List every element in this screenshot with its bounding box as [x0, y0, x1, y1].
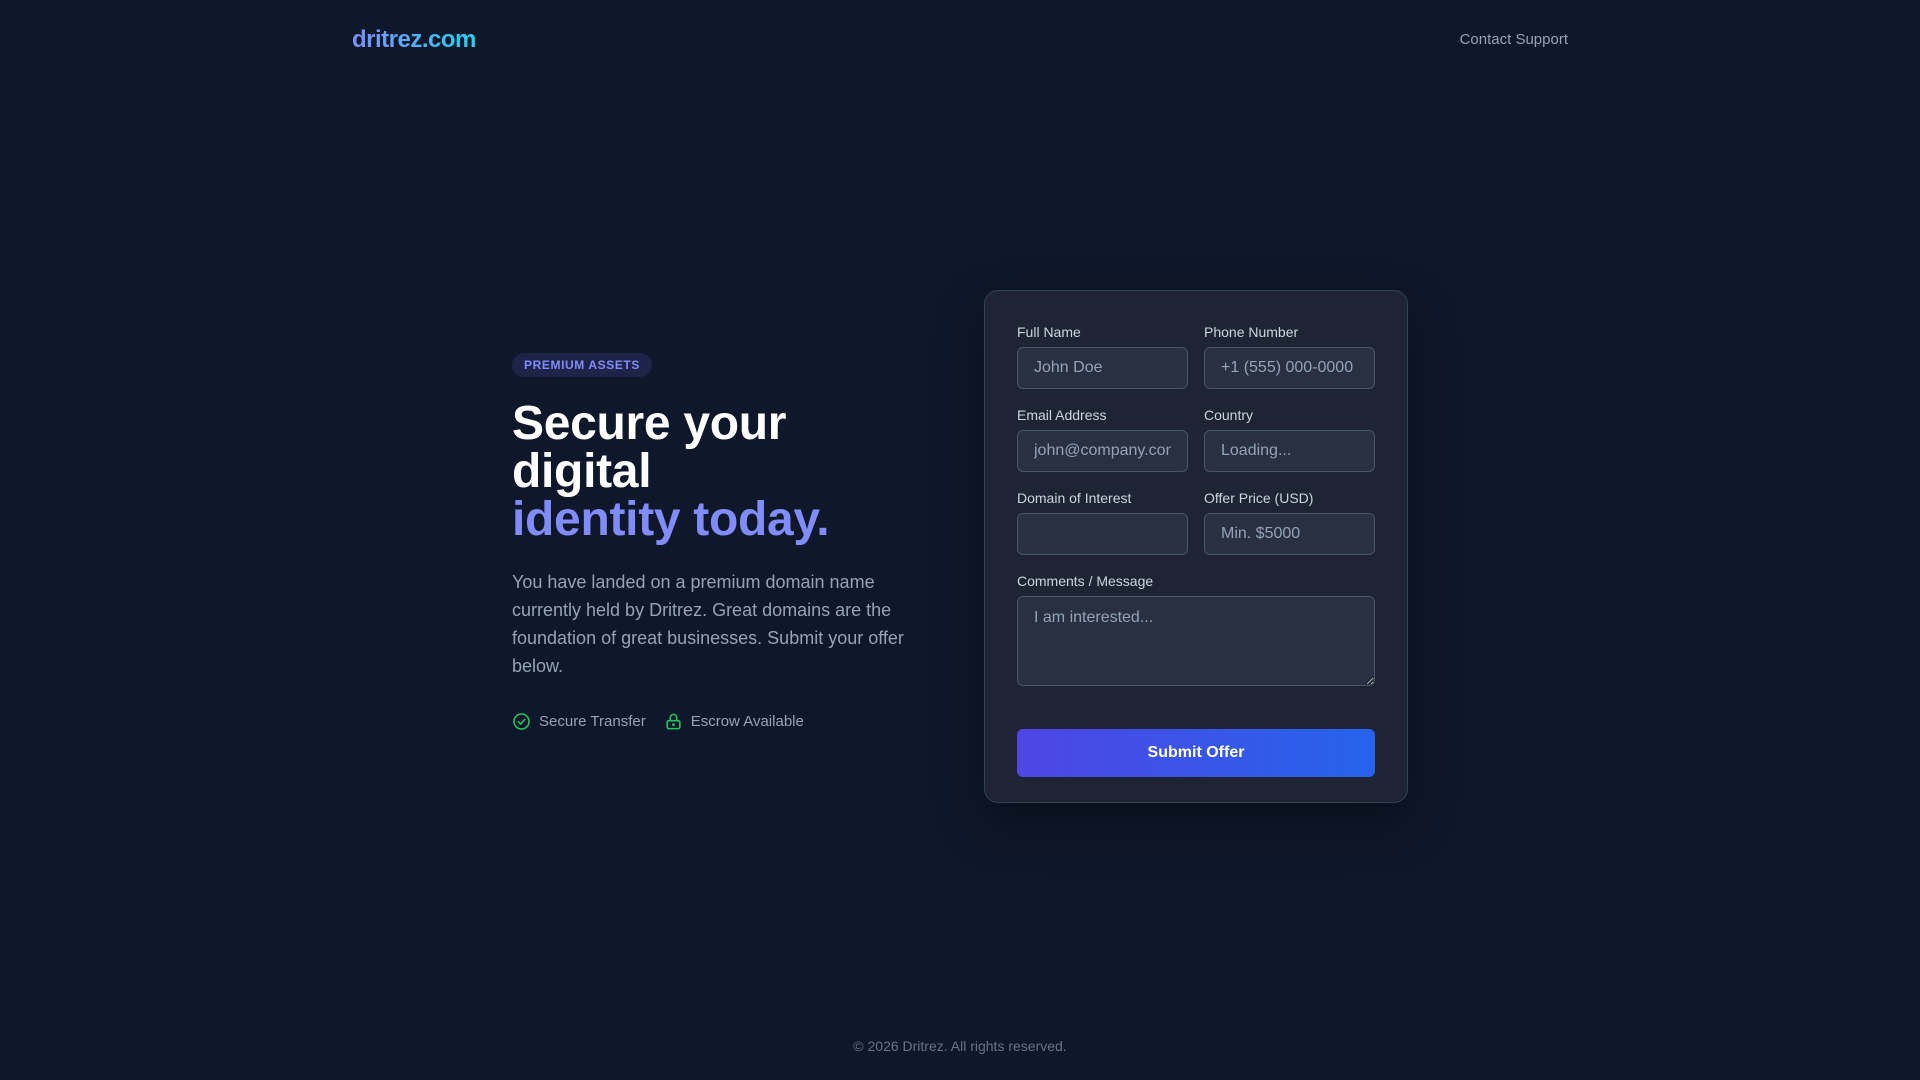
check-circle-icon	[512, 712, 531, 731]
feature-list: Secure Transfer Escrow Available	[512, 712, 922, 731]
hero-section: PREMIUM ASSETS Secure your digital ident…	[512, 353, 922, 731]
site-logo[interactable]: dritrez.com	[352, 24, 476, 56]
offer-price-input[interactable]	[1204, 513, 1375, 555]
country-label: Country	[1204, 407, 1254, 423]
lock-icon	[664, 712, 683, 731]
full-name-label: Full Name	[1017, 324, 1081, 340]
page-title: Secure your digital identity today.	[512, 400, 922, 544]
offer-price-label: Offer Price (USD)	[1204, 490, 1314, 506]
full-name-input[interactable]	[1017, 347, 1188, 389]
phone-label: Phone Number	[1204, 324, 1299, 340]
country-input[interactable]	[1204, 430, 1375, 472]
page: dritrez.com Contact Support PREMIUM ASSE…	[0, 0, 1920, 1080]
comments-label: Comments / Message	[1017, 573, 1154, 589]
domain-field: Domain of Interest	[1017, 490, 1188, 555]
offer-price-field: Offer Price (USD)	[1204, 490, 1375, 555]
feature-label: Escrow Available	[690, 713, 804, 730]
contact-support-link[interactable]: Contact Support	[1460, 30, 1568, 50]
phone-input[interactable]	[1204, 347, 1375, 389]
headline-accent: identity today.	[512, 493, 830, 546]
feature-secure-transfer: Secure Transfer	[512, 712, 646, 731]
submit-offer-button[interactable]: Submit Offer	[1017, 729, 1375, 777]
comments-textarea[interactable]	[1017, 596, 1375, 686]
email-input[interactable]	[1017, 430, 1188, 472]
domain-input[interactable]	[1017, 513, 1188, 555]
premium-badge: PREMIUM ASSETS	[512, 353, 652, 377]
footer-copyright: © 2026 Dritrez. All rights reserved.	[853, 1038, 1067, 1054]
comments-field: Comments / Message	[1017, 573, 1375, 691]
phone-field: Phone Number	[1204, 324, 1375, 389]
domain-label: Domain of Interest	[1017, 490, 1132, 506]
offer-form: Full Name Phone Number Email Address Cou…	[984, 290, 1408, 803]
feature-label: Secure Transfer	[539, 713, 646, 730]
email-label: Email Address	[1017, 407, 1107, 423]
feature-escrow-available: Escrow Available	[664, 712, 804, 731]
email-field: Email Address	[1017, 407, 1188, 472]
hero-description: You have landed on a premium domain name…	[512, 572, 904, 676]
full-name-field: Full Name	[1017, 324, 1188, 389]
headline-line-2: digital	[512, 445, 652, 498]
country-field: Country	[1204, 407, 1375, 472]
headline-line-1: Secure your	[512, 397, 787, 450]
